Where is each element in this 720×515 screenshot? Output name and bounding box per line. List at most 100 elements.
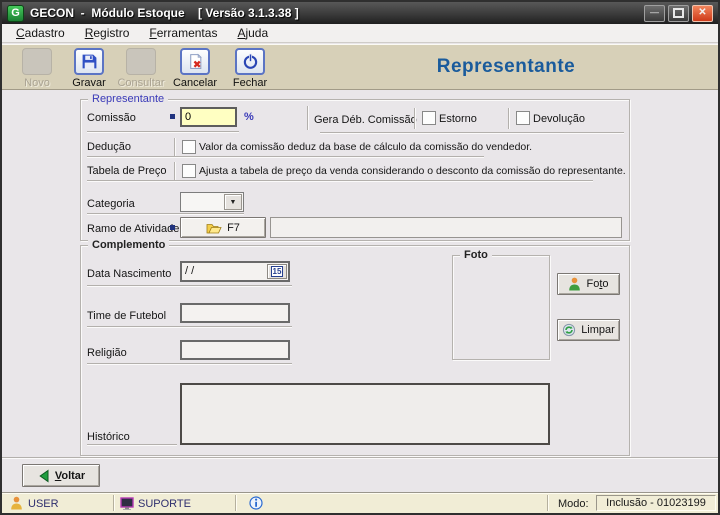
comissao-input[interactable] <box>180 107 237 127</box>
voltar-button[interactable]: Voltar <box>22 464 100 487</box>
separator <box>87 285 292 287</box>
monitor-icon <box>120 497 134 510</box>
separator <box>320 132 624 134</box>
historico-textarea[interactable] <box>180 383 550 445</box>
app-window: G GECON - Módulo Estoque [ Versão 3.1.3.… <box>0 0 720 515</box>
person-icon <box>569 277 581 291</box>
minimize-button[interactable]: — <box>644 4 665 22</box>
status-support: SUPORTE <box>138 498 191 510</box>
separator <box>414 108 416 129</box>
religiao-label: Religião <box>87 347 127 359</box>
separator <box>87 326 292 328</box>
time-futebol-input[interactable] <box>180 303 290 323</box>
search-icon <box>126 48 156 75</box>
ramo-atividade-field[interactable] <box>270 217 622 238</box>
representante-group-title: Representante <box>88 93 169 105</box>
complemento-group-title: Complemento <box>88 239 170 251</box>
foto-groupbox <box>452 255 550 360</box>
back-arrow-icon <box>39 469 49 482</box>
estorno-label: Estorno <box>439 113 477 125</box>
ramo-lookup-label: F7 <box>227 221 240 234</box>
window-title: GECON - Módulo Estoque [ Versão 3.1.3.38… <box>30 6 299 20</box>
menu-cadastro[interactable]: Cadastro <box>6 24 75 43</box>
close-icon: ✕ <box>698 6 707 18</box>
religiao-input[interactable] <box>180 340 290 360</box>
ramo-lookup-button[interactable]: F7 <box>180 217 266 238</box>
gravar-button[interactable]: Gravar <box>60 48 118 89</box>
menu-ajuda[interactable]: Ajuda <box>227 24 278 43</box>
data-nascimento-label: Data Nascimento <box>87 268 172 280</box>
separator <box>174 138 176 156</box>
foto-group-title: Foto <box>460 249 492 261</box>
consultar-button[interactable]: Consultar <box>112 48 170 89</box>
calendar-button[interactable]: 15 <box>267 264 287 279</box>
menu-bar: Cadastro Registro Ferramentas Ajuda <box>2 24 718 43</box>
categoria-label: Categoria <box>87 198 135 210</box>
required-marker <box>170 225 175 230</box>
separator <box>508 108 510 129</box>
fechar-button[interactable]: Fechar <box>221 48 279 89</box>
separator <box>307 106 309 130</box>
separator <box>547 495 549 511</box>
app-icon: G <box>7 4 24 22</box>
foto-button[interactable]: Foto <box>557 273 620 295</box>
save-floppy-icon <box>74 48 104 75</box>
devolucao-label: Devolução <box>533 113 585 125</box>
calendar-icon: 15 <box>270 266 284 277</box>
time-futebol-label: Time de Futebol <box>87 310 167 322</box>
limpar-button[interactable]: Limpar <box>557 319 620 341</box>
percent-sign: % <box>244 111 254 123</box>
toolbar: Novo Gravar Consultar Cancelar Fechar Re… <box>2 44 718 90</box>
gera-deb-label: Gera Déb. Comissão <box>314 114 417 126</box>
foto-button-label: Foto <box>586 278 609 290</box>
required-marker <box>170 114 175 119</box>
modo-label: Modo: <box>558 498 589 510</box>
tabela-preco-label: Tabela de Preço <box>87 165 167 177</box>
folder-icon <box>206 223 222 233</box>
menu-registro[interactable]: Registro <box>75 24 140 43</box>
data-nascimento-field[interactable]: / / 15 <box>180 261 290 282</box>
comissao-label: Comissão <box>87 112 136 124</box>
status-user: USER <box>28 498 59 510</box>
separator <box>87 180 593 182</box>
cancel-document-icon <box>180 48 210 75</box>
info-icon[interactable] <box>249 496 263 510</box>
page-title: Representante <box>436 56 576 77</box>
ramo-atividade-label: Ramo de Atividade <box>87 223 180 235</box>
estorno-checkbox[interactable] <box>422 111 436 125</box>
cancelar-button[interactable]: Cancelar <box>166 48 224 89</box>
novo-button[interactable]: Novo <box>8 48 66 89</box>
user-icon <box>11 496 22 510</box>
deducao-checkbox-label: Valor da comissão deduz da base de cálcu… <box>199 141 533 153</box>
separator <box>235 495 237 511</box>
categoria-select[interactable]: ▼ <box>180 192 244 212</box>
menu-ferramentas[interactable]: Ferramentas <box>139 24 227 43</box>
maximize-icon <box>673 7 684 18</box>
tabela-preco-checkbox-label: Ajusta a tabela de preço da venda consid… <box>199 165 626 177</box>
separator <box>87 213 244 215</box>
historico-label: Histórico <box>87 431 130 443</box>
separator <box>87 444 177 446</box>
separator <box>113 495 115 511</box>
deducao-checkbox[interactable] <box>182 140 196 154</box>
status-bar: USER SUPORTE Modo: Inclusão - 01023199 <box>2 492 718 513</box>
separator <box>87 131 239 133</box>
separator <box>87 156 484 158</box>
tabela-preco-checkbox[interactable] <box>182 164 196 178</box>
minimize-icon: — <box>650 6 659 17</box>
separator <box>87 363 292 365</box>
close-button[interactable]: ✕ <box>692 4 713 22</box>
title-bar: G GECON - Módulo Estoque [ Versão 3.1.3.… <box>2 2 718 24</box>
maximize-button[interactable] <box>668 4 689 22</box>
voltar-button-label: Voltar <box>54 469 86 482</box>
deducao-label: Dedução <box>87 141 132 153</box>
separator <box>174 162 176 180</box>
limpar-button-label: Limpar <box>581 324 615 336</box>
new-icon <box>22 48 52 75</box>
chevron-down-icon[interactable]: ▼ <box>224 194 242 210</box>
modo-value: Inclusão - 01023199 <box>596 495 716 511</box>
clear-recycle-icon <box>563 323 576 337</box>
power-close-icon <box>235 48 265 75</box>
separator <box>2 457 718 459</box>
devolucao-checkbox[interactable] <box>516 111 530 125</box>
